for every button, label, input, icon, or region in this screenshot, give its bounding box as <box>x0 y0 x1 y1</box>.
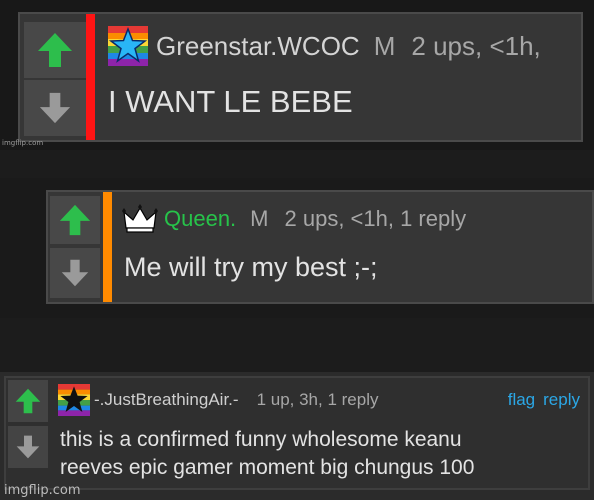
rainbow-black-star-icon <box>58 384 90 416</box>
upvote-arrow-icon <box>38 33 72 67</box>
upvote-button[interactable] <box>8 380 48 422</box>
screenshot-panel-2: Queen. M 2 ups, <1h, 1 reply Me will try… <box>0 178 594 318</box>
comment-stats: 2 ups, <1h, 1 reply <box>284 206 467 231</box>
comment-meta: Greenstar.WCOC M 2 ups, <1h, <box>108 26 541 66</box>
flag-link[interactable]: flag <box>508 390 535 410</box>
rainbow-star-icon <box>108 26 148 66</box>
comment-meta: Queen. M 2 ups, <1h, 1 reply <box>122 202 466 236</box>
reply-link[interactable]: reply <box>543 390 580 410</box>
downvote-button[interactable] <box>24 80 86 136</box>
imgflip-watermark: imgflip.com <box>4 483 81 498</box>
comment-text: I WANT LE BEBE <box>108 84 353 119</box>
upvote-button[interactable] <box>24 22 86 78</box>
downvote-arrow-icon <box>61 259 89 287</box>
upvote-button[interactable] <box>50 196 100 244</box>
comment-meta: -.JustBreathingAir.- 1 up, 3h, 1 reply <box>58 384 379 416</box>
comment-text-line-2: reeves epic gamer moment big chungus 100 <box>60 456 475 479</box>
downvote-button[interactable] <box>8 426 48 468</box>
comment-text-line-1: this is a confirmed funny wholesome kean… <box>60 428 462 451</box>
username[interactable]: Queen. <box>164 206 236 232</box>
screenshot-panel-3: -.JustBreathingAir.- 1 up, 3h, 1 reply f… <box>0 372 594 500</box>
gender-label: M <box>373 30 396 61</box>
downvote-button[interactable] <box>50 248 100 298</box>
screenshot-panel-1: Greenstar.WCOC M 2 ups, <1h, I WANT LE B… <box>0 0 594 150</box>
comment-greenstar: Greenstar.WCOC M 2 ups, <1h, I WANT LE B… <box>18 12 583 142</box>
comment-accent-bar <box>86 14 95 140</box>
comment-stats: 2 ups, <1h, <box>411 30 541 61</box>
downvote-arrow-icon <box>16 435 40 459</box>
crown-icon <box>122 204 158 233</box>
comment-actions: flag reply <box>508 388 580 412</box>
downvote-arrow-icon <box>39 92 71 124</box>
upvote-arrow-icon <box>59 204 91 236</box>
username[interactable]: -.JustBreathingAir.- <box>94 390 239 410</box>
gender-label: M <box>250 206 269 231</box>
upvote-arrow-icon <box>15 388 41 414</box>
imgflip-watermark: imgflip.com <box>2 139 44 147</box>
comment-justbreathingair: -.JustBreathingAir.- 1 up, 3h, 1 reply f… <box>4 376 590 490</box>
comment-text: Me will try my best ;-; <box>124 252 378 282</box>
comment-queen: Queen. M 2 ups, <1h, 1 reply Me will try… <box>46 190 594 304</box>
comment-stats: 1 up, 3h, 1 reply <box>256 390 379 409</box>
comment-accent-bar <box>103 192 112 302</box>
username[interactable]: Greenstar.WCOC <box>156 31 360 62</box>
